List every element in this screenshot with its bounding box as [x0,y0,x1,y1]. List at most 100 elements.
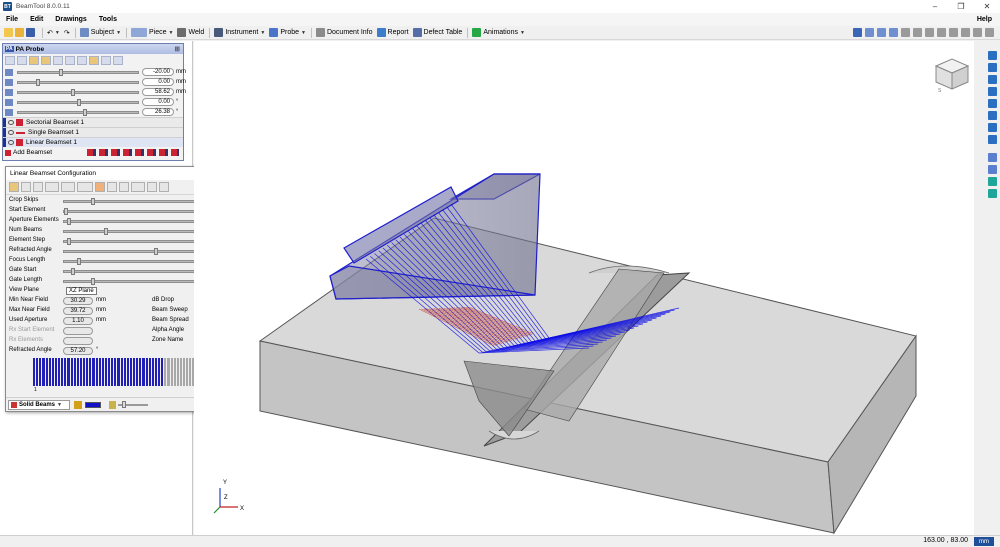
zoom-fit-icon[interactable] [901,28,910,37]
view-back-icon[interactable] [988,75,997,84]
probe-param-value[interactable]: 26.38 [142,108,174,116]
config-slider[interactable] [63,248,203,255]
config-slider[interactable] [63,198,203,205]
slider-thumb[interactable] [83,109,87,116]
animations-button[interactable]: Animations ▼ [472,28,525,37]
config-slider[interactable] [63,228,203,235]
probe-tool-element-icon[interactable] [17,56,27,65]
probe-tool-more-icon[interactable] [113,56,123,65]
config-tool-list-icon[interactable] [45,182,59,192]
report-button[interactable]: Report [376,28,409,37]
slider-thumb[interactable] [67,218,71,225]
3d-viewport[interactable]: Y Z X S [194,41,974,535]
probe-tool-tilt-icon[interactable] [77,56,87,65]
config-tool-wave-icon[interactable] [61,182,75,192]
beamset-row-sectorial[interactable]: Sectorial Beamset 1 [3,117,183,127]
slider-thumb[interactable] [104,228,108,235]
probe-button[interactable]: Probe ▼ [269,28,306,37]
color-picker-icon[interactable] [74,400,82,409]
minimize-icon[interactable]: – [922,0,948,13]
rotate-icon[interactable] [949,28,958,37]
slider-thumb[interactable] [67,238,71,245]
probe-param-value[interactable]: 0.00 [142,98,174,106]
probe-param-value[interactable]: 58.62 [142,88,174,96]
camera-icon[interactable] [973,28,982,37]
close-icon[interactable]: ✕ [974,0,1000,13]
view-top-icon[interactable] [889,28,898,37]
menu-file[interactable]: File [6,16,18,23]
render-shade-icon[interactable] [988,177,997,186]
config-tool-zone-icon[interactable] [131,182,145,192]
save-icon[interactable] [26,28,35,37]
config-slider[interactable] [63,258,203,265]
add-beamset-button[interactable]: Add Beamset [13,149,52,156]
config-tool-settings-icon[interactable] [159,182,169,192]
zoom-in-icon[interactable] [913,28,922,37]
open-folder-icon[interactable] [15,28,24,37]
config-slider[interactable] [63,238,203,245]
pin-icon[interactable]: ⊞ [175,45,180,53]
config-tool-sweep-icon[interactable] [119,182,129,192]
slider-thumb[interactable] [91,198,95,205]
probe-param-slider[interactable] [17,69,139,76]
config-slider[interactable] [63,218,203,225]
config-tool-plane-icon[interactable] [147,182,157,192]
config-slider[interactable] [63,208,203,215]
slider-thumb[interactable] [36,79,40,86]
slider-thumb[interactable] [71,89,75,96]
view-iso-icon[interactable] [988,51,997,60]
menu-drawings[interactable]: Drawings [55,16,87,23]
config-tool-range-icon[interactable] [95,182,105,192]
render-transparent-icon[interactable] [988,189,997,198]
slider-thumb[interactable] [77,258,81,265]
pan-icon[interactable] [937,28,946,37]
layout-icon[interactable] [853,28,862,37]
document-info-button[interactable]: Document Info [315,28,373,37]
beam-color-swatch[interactable] [85,401,101,408]
config-tool-chart-icon[interactable] [21,182,31,192]
probe-tool-skew-icon[interactable] [53,56,63,65]
menu-help[interactable]: Help [977,16,992,23]
probe-param-slider[interactable] [17,79,139,86]
config-tool-beam-icon[interactable] [33,182,43,192]
beamset-row-single[interactable]: Single Beamset 1 [3,127,183,137]
weld-button[interactable]: Weld [177,28,204,37]
settings-icon[interactable] [985,28,994,37]
render-wire-icon[interactable] [988,165,997,174]
probe-param-value[interactable]: 0.00 [142,78,174,86]
measure-icon[interactable] [961,28,970,37]
config-tool-angle-icon[interactable] [107,182,117,192]
probe-param-value[interactable]: -20.00 [142,68,174,76]
maximize-icon[interactable]: ❐ [948,0,974,13]
menu-edit[interactable]: Edit [30,16,43,23]
view-front-icon[interactable] [865,28,874,37]
zoom-out-icon[interactable] [925,28,934,37]
probe-tool-position-icon[interactable] [65,56,75,65]
undo-button[interactable]: ↶ ▼ [47,29,60,37]
view-custom-icon[interactable] [988,135,997,144]
defect-table-button[interactable]: Defect Table [412,28,462,37]
probe-tool-focus-icon[interactable] [41,56,51,65]
render-solid-icon[interactable] [988,153,997,162]
view-top-icon[interactable] [988,111,997,120]
subject-button[interactable]: Subject ▼ [79,28,121,37]
slider-thumb[interactable] [59,69,63,76]
config-slider[interactable] [63,278,203,285]
probe-param-slider[interactable] [17,109,139,116]
opacity-slider[interactable] [118,400,148,408]
beamset-type-icons[interactable] [87,149,179,156]
slider-thumb[interactable] [77,99,81,106]
visibility-eye-icon[interactable] [8,120,14,125]
view-plane-select[interactable]: XZ Plane [66,287,97,295]
probe-param-slider[interactable] [17,99,139,106]
menu-tools[interactable]: Tools [99,16,117,23]
view-front-icon[interactable] [988,63,997,72]
slider-thumb[interactable] [91,278,95,285]
view-side-icon[interactable] [877,28,886,37]
config-tool-probe-icon[interactable] [9,182,19,192]
probe-tool-warning-icon[interactable] [101,56,111,65]
view-left-icon[interactable] [988,87,997,96]
visibility-eye-icon[interactable] [8,130,14,135]
redo-button[interactable]: ↷ [64,29,70,37]
visibility-eye-icon[interactable] [8,140,14,145]
